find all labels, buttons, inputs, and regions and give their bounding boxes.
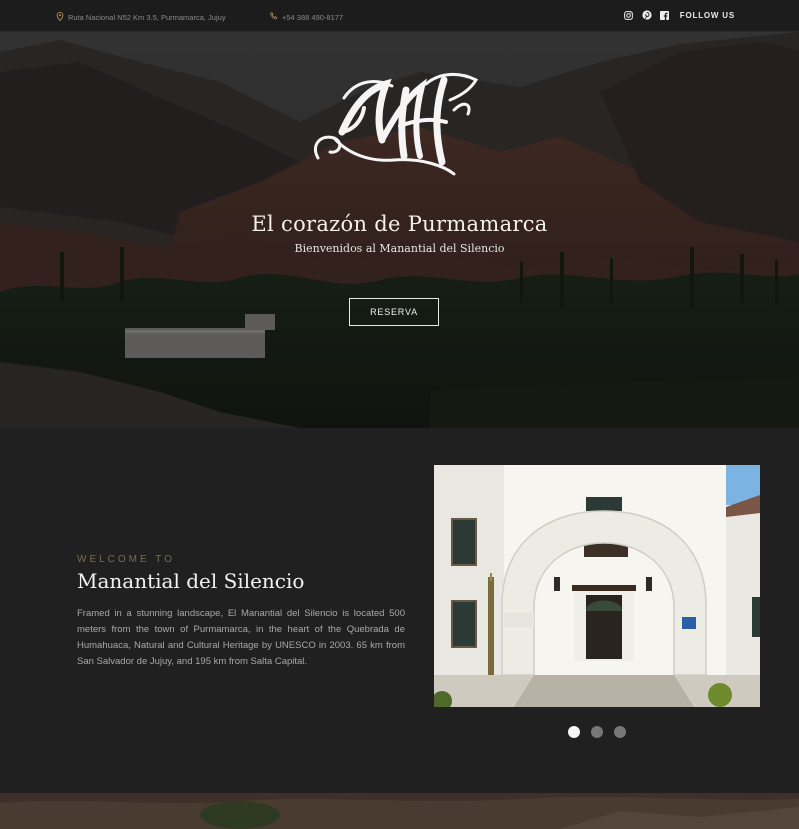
landscape-strip-image [0, 793, 799, 829]
welcome-description: Framed in a stunning landscape, El Manan… [77, 608, 405, 667]
next-section-preview [0, 793, 799, 829]
hotel-entrance-photo [434, 465, 760, 707]
instagram-icon[interactable] [624, 10, 634, 20]
carousel-dot-3[interactable] [614, 726, 626, 738]
address-item[interactable]: Ruta Nacional N52 Km 3.5, Purmamarca, Ju… [56, 11, 226, 23]
address-text: Ruta Nacional N52 Km 3.5, Purmamarca, Ju… [68, 13, 226, 22]
follow-us-label[interactable]: FOLLOW US [680, 11, 735, 20]
carousel-image[interactable] [434, 465, 760, 707]
phone-text: +54 388 490-8177 [282, 12, 344, 22]
social-links: FOLLOW US [624, 10, 735, 20]
location-pin-icon [56, 11, 64, 23]
phone-item[interactable]: +54 388 490-8177 [270, 12, 343, 22]
facebook-icon[interactable] [660, 10, 670, 20]
hero-section: El corazón de Purmamarca Bienvenidos al … [0, 32, 799, 428]
carousel-dot-2[interactable] [591, 726, 603, 738]
carousel-dot-1[interactable] [568, 726, 580, 738]
welcome-kicker: WELCOME TO [77, 554, 175, 565]
carousel-dots [568, 726, 626, 738]
welcome-title: Manantial del Silencio [77, 569, 305, 593]
hotel-logo [313, 73, 479, 176]
reserve-button[interactable]: RESERVA [349, 298, 439, 326]
pinterest-icon[interactable] [642, 10, 652, 20]
hero-title: El corazón de Purmamarca [251, 212, 548, 236]
hero-subtitle: Bienvenidos al Manantial del Silencio [294, 242, 505, 255]
top-bar: Ruta Nacional N52 Km 3.5, Purmamarca, Ju… [0, 0, 799, 32]
welcome-section: WELCOME TO Manantial del Silencio Framed… [0, 428, 799, 793]
phone-icon [270, 12, 278, 22]
